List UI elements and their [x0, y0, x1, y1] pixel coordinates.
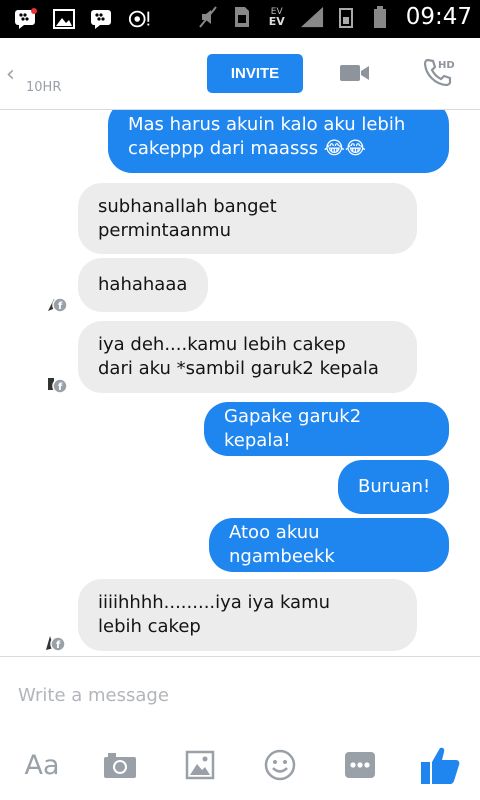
bbm-notification-icon — [14, 7, 38, 31]
camera-icon[interactable] — [100, 745, 140, 785]
voice-call-icon[interactable]: HD — [422, 56, 456, 90]
gallery-icon[interactable] — [181, 745, 219, 785]
svg-text:f: f — [58, 382, 63, 393]
sim-card-icon — [230, 5, 254, 29]
clock: 09:47 — [405, 4, 472, 30]
status-bar: EV EV 09:47 — [0, 0, 480, 38]
signal-icon — [300, 5, 324, 29]
svg-text:f: f — [56, 640, 61, 651]
more-icon[interactable] — [340, 745, 380, 785]
hd-badge: HD — [438, 60, 455, 71]
last-active-label: 10HR — [26, 80, 62, 95]
sim-dual-icon — [334, 5, 358, 29]
back-icon[interactable]: ‹ — [6, 62, 15, 87]
text-icon[interactable]: Aa — [22, 745, 62, 785]
message-input[interactable] — [18, 683, 458, 707]
gallery-notification-icon — [52, 7, 76, 31]
message-list[interactable]: Mas harus akuin kalo aku lebih cakeppp d… — [0, 110, 480, 656]
conversation-header: ‹ 10HR INVITE HD — [0, 38, 480, 110]
video-call-icon[interactable] — [339, 60, 371, 86]
message-bubble-incoming[interactable]: subhanallah banget permintaanmu — [78, 183, 417, 254]
svg-text:f: f — [58, 301, 63, 312]
sync-alert-icon — [128, 7, 152, 31]
invite-button[interactable]: INVITE — [207, 54, 303, 93]
emoji-icon[interactable] — [260, 745, 300, 785]
message-bubble-outgoing[interactable]: Atoo akuu ngambeekk — [209, 518, 449, 572]
composer-toolbar: Aa — [0, 745, 480, 789]
facebook-badge-icon: f — [46, 293, 68, 315]
battery-icon — [368, 5, 392, 29]
data-network-icon: EV EV — [264, 5, 290, 29]
network-type-bottom: EV — [268, 15, 285, 28]
like-icon[interactable] — [418, 745, 462, 785]
facebook-badge-icon: f — [46, 374, 68, 396]
message-bubble-incoming[interactable]: iya deh....kamu lebih cakep dari aku *sa… — [78, 321, 417, 393]
mute-icon — [196, 5, 220, 29]
composer: Aa — [0, 656, 480, 800]
message-bubble-incoming[interactable]: hahahaaa — [78, 258, 208, 312]
message-bubble-outgoing[interactable]: Mas harus akuin kalo aku lebih cakeppp d… — [108, 110, 449, 173]
facebook-badge-icon: f — [44, 632, 66, 654]
bbm-icon — [90, 7, 114, 31]
message-bubble-incoming[interactable]: iiiihhhh.........iya iya kamu lebih cake… — [78, 579, 417, 651]
message-bubble-outgoing[interactable]: Buruan! — [338, 460, 449, 514]
message-bubble-outgoing[interactable]: Gapake garuk2 kepala! — [204, 402, 449, 456]
